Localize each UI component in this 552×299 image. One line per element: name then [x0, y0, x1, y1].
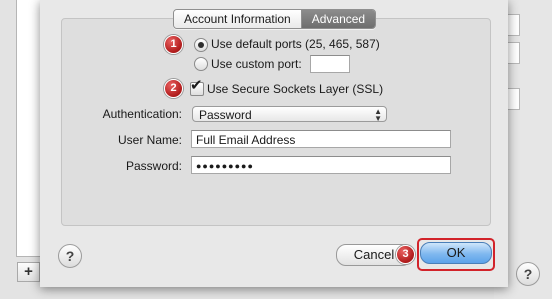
step-3-badge: 3: [396, 245, 415, 264]
up-down-arrows-icon: ▲ ▼: [374, 107, 382, 123]
authentication-label: Authentication:: [102, 107, 182, 121]
ssl-checkbox[interactable]: ✔: [190, 78, 204, 96]
step-2-badge: 2: [164, 79, 183, 98]
password-label: Password:: [125, 159, 182, 173]
background-field: [506, 14, 520, 36]
checkmark-icon: ✔: [190, 77, 203, 94]
user-name-label: User Name:: [117, 133, 182, 147]
ok-button[interactable]: OK: [420, 242, 492, 264]
default-ports-label: Use default ports (25, 465, 587): [211, 37, 380, 51]
password-field[interactable]: ●●●●●●●●●: [191, 156, 451, 174]
custom-port-field[interactable]: [310, 55, 350, 73]
custom-port-label: Use custom port:: [211, 57, 302, 71]
authentication-value: Password: [199, 108, 252, 122]
add-account-button[interactable]: +: [17, 262, 40, 282]
advanced-settings-sheet: Account Information Advanced 1 Use defau…: [40, 0, 508, 287]
step-1-badge: 1: [164, 35, 183, 54]
tab-advanced[interactable]: Advanced: [300, 10, 376, 28]
ssl-label: Use Secure Sockets Layer (SSL): [207, 82, 384, 96]
authentication-popup[interactable]: Password ▲ ▼: [192, 106, 387, 123]
default-ports-radio[interactable]: [194, 38, 208, 52]
background-field: [506, 88, 520, 110]
help-button[interactable]: ?: [58, 244, 82, 268]
custom-port-radio[interactable]: [194, 57, 208, 71]
user-name-field[interactable]: Full Email Address: [191, 130, 451, 148]
background-field: [506, 42, 520, 64]
tab-account-information[interactable]: Account Information: [174, 10, 301, 28]
background-help-button[interactable]: ?: [516, 262, 540, 286]
tab-bar: Account Information Advanced: [173, 9, 377, 29]
